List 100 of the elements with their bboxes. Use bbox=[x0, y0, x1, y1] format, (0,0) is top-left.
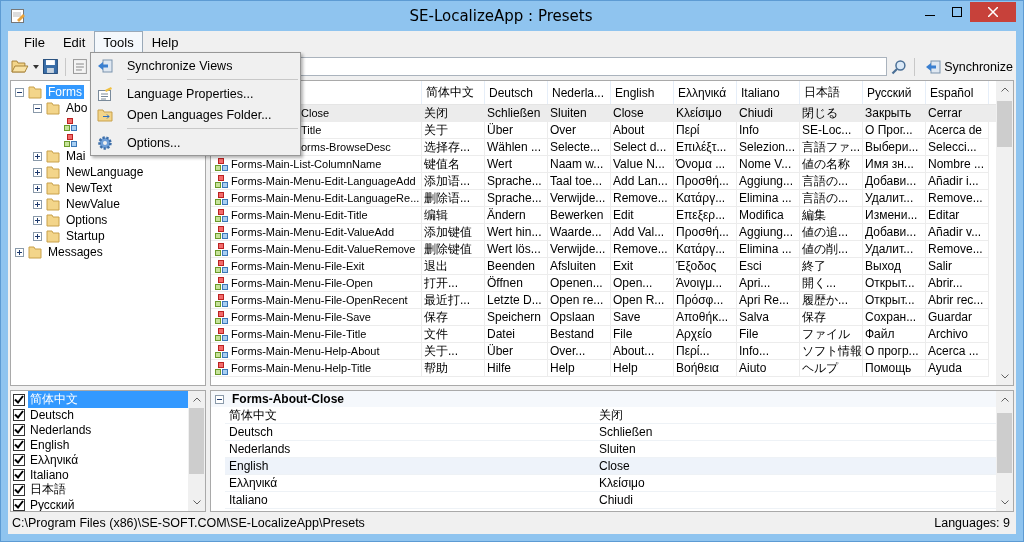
tree-item[interactable]: NewLanguage bbox=[64, 165, 146, 179]
menu-item[interactable]: Tools bbox=[94, 30, 143, 54]
table-cell: File bbox=[611, 326, 674, 343]
table-cell: Файл bbox=[863, 326, 926, 343]
property-value[interactable]: Schließen bbox=[595, 424, 996, 440]
table-cell: Закрыть bbox=[863, 105, 926, 122]
table-cell: Προσθή... bbox=[674, 224, 737, 241]
scroll-thumb[interactable] bbox=[997, 413, 1012, 473]
scrollbar[interactable] bbox=[996, 81, 1013, 385]
property-value[interactable]: Sluiten bbox=[595, 441, 996, 457]
language-item[interactable]: Ελληνικά bbox=[28, 452, 188, 467]
language-item[interactable]: 日本語 bbox=[28, 481, 188, 498]
checkbox[interactable] bbox=[13, 468, 25, 481]
tree-item[interactable]: Messages bbox=[46, 245, 105, 259]
caret-icon[interactable] bbox=[32, 64, 39, 69]
property-value[interactable]: Chiudi bbox=[595, 492, 996, 508]
language-item[interactable]: Nederlands bbox=[28, 422, 188, 437]
column-header[interactable]: Español bbox=[926, 81, 989, 104]
property-value[interactable]: 关闭 bbox=[595, 407, 996, 424]
scroll-up-icon[interactable] bbox=[1000, 397, 1009, 402]
scroll-up-icon[interactable] bbox=[192, 397, 201, 402]
tree-item[interactable]: Startup bbox=[64, 229, 107, 243]
expand-icon[interactable] bbox=[33, 151, 42, 161]
table-cell: 値の追... bbox=[800, 224, 863, 241]
folder-icon bbox=[46, 149, 60, 163]
expand-icon[interactable] bbox=[33, 199, 42, 209]
scroll-up-icon[interactable] bbox=[1000, 87, 1009, 92]
language-icon[interactable] bbox=[72, 59, 87, 74]
table-cell: Открыт... bbox=[863, 275, 926, 292]
table-cell: Add Val... bbox=[611, 224, 674, 241]
tree-item[interactable]: NewText bbox=[64, 181, 114, 195]
expand-icon[interactable] bbox=[33, 231, 42, 241]
key-name: Forms-Main-List-ColumnName bbox=[231, 158, 382, 170]
group-title: Forms-About-Close bbox=[232, 392, 344, 406]
language-item[interactable]: Русский bbox=[28, 497, 188, 511]
synchronize-button[interactable]: Synchronize bbox=[922, 57, 1016, 76]
close-button[interactable] bbox=[970, 1, 1016, 22]
column-header[interactable]: 日本語 bbox=[800, 81, 863, 104]
scrollbar[interactable] bbox=[188, 391, 205, 511]
folder-icon bbox=[46, 229, 60, 243]
scroll-down-icon[interactable] bbox=[1000, 500, 1009, 505]
property-value[interactable]: Close bbox=[595, 458, 996, 474]
table-cell: Αποθήκ... bbox=[674, 309, 737, 326]
checkbox[interactable] bbox=[13, 438, 25, 451]
table-cell: Bestand bbox=[548, 326, 611, 343]
checkbox[interactable] bbox=[13, 498, 25, 511]
table-cell: Удалит... bbox=[863, 190, 926, 207]
menu-item[interactable]: Edit bbox=[53, 30, 95, 54]
table-cell: Ayuda bbox=[926, 360, 989, 377]
expand-icon[interactable] bbox=[15, 247, 24, 257]
collapse-icon[interactable] bbox=[15, 87, 24, 97]
scroll-down-icon[interactable] bbox=[1000, 374, 1009, 379]
language-item[interactable]: Italiano bbox=[28, 467, 188, 482]
table-cell: Ändern bbox=[485, 207, 548, 224]
table-cell: 打开... bbox=[422, 275, 485, 292]
checkbox[interactable] bbox=[13, 483, 25, 496]
table-cell: Bewerken bbox=[548, 207, 611, 224]
expand-icon[interactable] bbox=[33, 215, 42, 225]
tree-item[interactable]: NewValue bbox=[64, 197, 122, 211]
column-header[interactable]: English bbox=[611, 81, 674, 104]
collapse-icon[interactable] bbox=[215, 394, 224, 404]
menu-item[interactable]: File bbox=[15, 30, 54, 54]
collapse-icon[interactable] bbox=[33, 103, 42, 113]
menu-entry[interactable]: Language Properties... bbox=[91, 83, 300, 104]
column-header[interactable]: 简体中文 bbox=[422, 81, 485, 104]
language-item[interactable]: English bbox=[28, 437, 188, 452]
expand-icon[interactable] bbox=[33, 167, 42, 177]
table-cell: Επεξερ... bbox=[674, 207, 737, 224]
checkbox[interactable] bbox=[13, 393, 25, 406]
column-header[interactable]: Ελληνικά bbox=[674, 81, 737, 104]
checkbox[interactable] bbox=[13, 453, 25, 466]
checkbox[interactable] bbox=[13, 423, 25, 436]
table-cell: Über bbox=[485, 122, 548, 139]
property-value[interactable]: Κλείσιμο bbox=[595, 475, 996, 491]
expand-icon[interactable] bbox=[33, 183, 42, 193]
tree-item[interactable]: Abo bbox=[64, 101, 90, 115]
table-cell: Taal toe... bbox=[548, 173, 611, 190]
column-header[interactable]: Nederla... bbox=[548, 81, 611, 104]
menu-item[interactable]: Help bbox=[142, 30, 188, 54]
language-item[interactable]: Deutsch bbox=[28, 407, 188, 422]
scrollbar[interactable] bbox=[996, 391, 1013, 511]
key-name: Forms-Main-Menu-Edit-ValueAdd bbox=[231, 226, 395, 238]
checkbox[interactable] bbox=[13, 408, 25, 421]
table-cell: Добави... bbox=[863, 173, 926, 190]
key-value-icon bbox=[215, 259, 228, 273]
property-name: Deutsch bbox=[228, 424, 275, 440]
scroll-thumb[interactable] bbox=[997, 101, 1012, 147]
save-icon[interactable] bbox=[42, 59, 58, 74]
search-icon[interactable] bbox=[891, 58, 908, 75]
column-header[interactable]: Deutsch bbox=[485, 81, 548, 104]
column-header[interactable]: Italiano bbox=[737, 81, 800, 104]
table-cell: Selezion... bbox=[737, 139, 800, 156]
scroll-down-icon[interactable] bbox=[192, 500, 201, 505]
scroll-thumb[interactable] bbox=[189, 408, 204, 474]
table-cell: Schließen bbox=[485, 105, 548, 122]
key-value-icon bbox=[215, 157, 228, 171]
column-header[interactable]: Русский bbox=[863, 81, 926, 104]
tree-item[interactable]: Mai bbox=[64, 149, 88, 163]
menu-entry[interactable]: Synchronize Views bbox=[91, 55, 300, 76]
tree-item[interactable]: Options bbox=[64, 213, 110, 227]
